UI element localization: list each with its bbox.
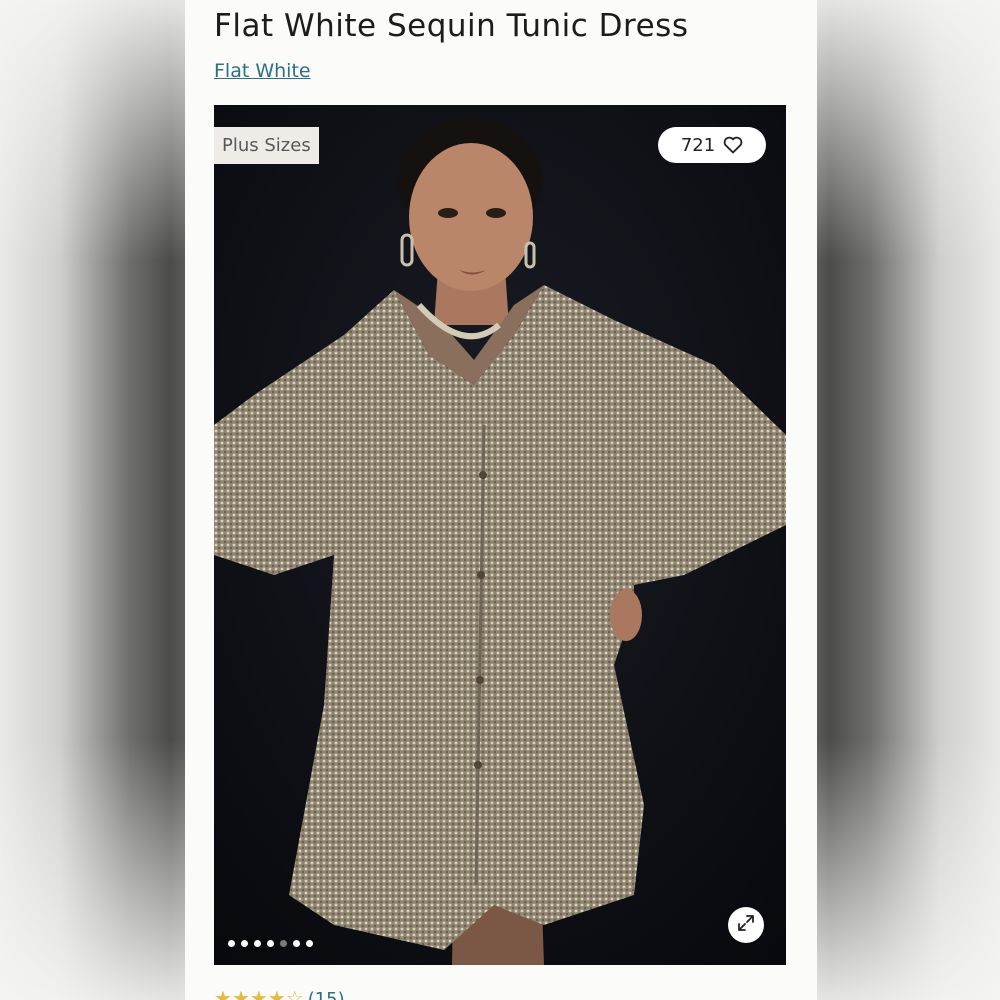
favorite-count: 721 [680,134,716,156]
carousel-dot[interactable] [306,940,313,947]
carousel-dot[interactable] [293,940,300,947]
star-icon: ★ [249,986,268,1000]
rating-row[interactable]: ★★★★☆ (15) [214,988,345,1000]
carousel-dot[interactable] [228,940,235,947]
product-photo [214,105,786,965]
brand-link[interactable]: Flat White [214,60,311,82]
expand-icon [736,913,756,937]
carousel-dot[interactable] [280,940,287,947]
carousel-dots [228,940,313,947]
star-icon: ★ [214,986,232,1000]
expand-image-button[interactable] [728,907,764,943]
carousel-dot[interactable] [241,940,248,947]
star-icon: ☆ [285,986,304,1000]
carousel-dot[interactable] [267,940,274,947]
rating-stars: ★★★★☆ [214,988,304,1000]
heart-icon [723,136,743,154]
star-icon: ★ [231,986,250,1000]
review-count[interactable]: (15) [308,989,345,1000]
plus-sizes-badge: Plus Sizes [214,127,319,164]
carousel-dot[interactable] [254,940,261,947]
product-panel: Flat White Sequin Tunic Dress Flat White [185,0,817,1000]
product-title: Flat White Sequin Tunic Dress [214,8,689,44]
product-image-carousel[interactable]: Plus Sizes 721 [214,105,786,965]
favorite-button[interactable]: 721 [658,127,766,163]
star-icon: ★ [267,986,286,1000]
